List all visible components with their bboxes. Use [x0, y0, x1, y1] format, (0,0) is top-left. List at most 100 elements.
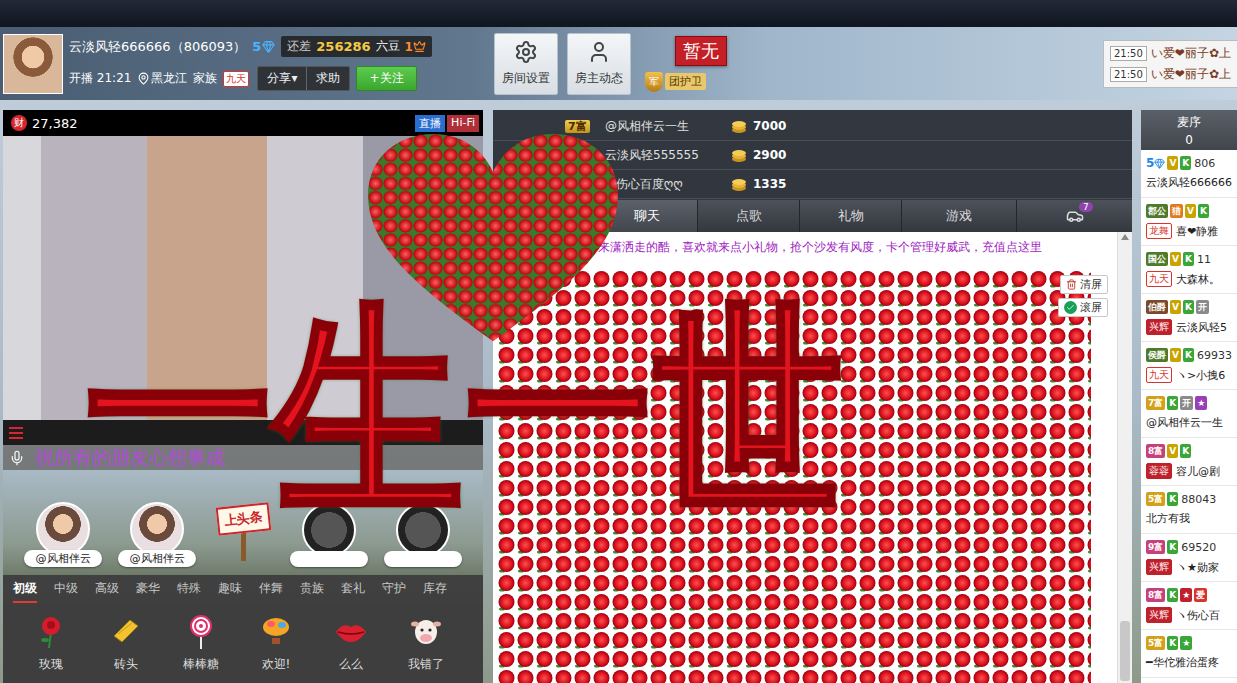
notification-time: 21:50: [1110, 67, 1147, 82]
stream-badge: 直播: [415, 115, 445, 132]
family-tag: 龙舞: [1146, 223, 1172, 239]
user-row[interactable]: 7富K开★@风相伴云一生: [1141, 390, 1237, 438]
slot-label: [290, 551, 368, 567]
user-badge: K: [1167, 396, 1178, 410]
gift-tab[interactable]: 中级: [54, 576, 78, 603]
chat-tab[interactable]: 聊天: [595, 200, 697, 232]
gift-tab[interactable]: 初级: [13, 576, 37, 603]
slot-avatar: [36, 502, 90, 556]
slot-label: @风相伴云: [118, 550, 196, 567]
room-buttons: 房间设置房主动态: [494, 33, 631, 95]
user-badge: 8富: [1146, 588, 1165, 602]
guard-row: 军团护卫: [645, 72, 706, 92]
slot-label: @风相伴云: [24, 550, 102, 567]
chat-tool-button[interactable]: 清屏: [1060, 275, 1108, 294]
user-row[interactable]: 5富K88043北方有我: [1141, 486, 1237, 534]
chat-panel: 7富@风相伴云一生7000云淡风轻5555552900♥伤心百度ღღ1335聊天…: [493, 110, 1132, 683]
gift-tab[interactable]: 守护: [382, 576, 406, 603]
family-tag: 兴辉: [1146, 319, 1172, 335]
gift-icon: [408, 614, 444, 650]
info-text: 开播 21:21: [69, 70, 131, 87]
gift-tab[interactable]: 套礼: [341, 576, 365, 603]
gift-item[interactable]: 棒棒糖: [171, 614, 231, 673]
video-frame: [3, 136, 483, 420]
headline-sign[interactable]: 上头条: [211, 505, 275, 561]
user-line: 5VK806: [1146, 156, 1237, 170]
user-badge: K: [1167, 588, 1178, 602]
coin-icon: [731, 119, 747, 133]
gift-tab[interactable]: 趣味: [218, 576, 242, 603]
notification-text: い爱❤丽子✿上: [1151, 66, 1231, 83]
chat-tab[interactable]: 游戏: [901, 200, 1016, 232]
user-row[interactable]: 郡公猎VK 龙舞喜❤静雅: [1141, 198, 1237, 246]
microphone-icon[interactable]: [9, 450, 25, 466]
scroll-thumb[interactable]: [1120, 621, 1130, 681]
share-button[interactable]: 分享▾: [258, 67, 306, 90]
user-name: @风相伴云一生: [1146, 415, 1223, 430]
diamond-badge: 5: [1146, 156, 1165, 170]
user-row[interactable]: 5富K★━华佗雅治蛋疼: [1141, 630, 1237, 678]
family-tag: 九天: [223, 71, 249, 87]
gift-item[interactable]: 我错了: [396, 614, 456, 673]
gift-tab[interactable]: 豪华: [136, 576, 160, 603]
headline-slot[interactable]: [383, 503, 463, 567]
host-info-row: 开播 21:21黑龙江家族九天分享▾求助+关注: [69, 66, 489, 91]
help-button[interactable]: 求助: [306, 67, 349, 90]
gift-icon: [183, 614, 219, 650]
user-row[interactable]: 国公VK11九天大森林。: [1141, 246, 1237, 294]
rose-heart: [368, 134, 618, 346]
gift-tab[interactable]: 特殊: [177, 576, 201, 603]
room-button[interactable]: 房主动态: [567, 33, 631, 95]
user-name: ━华佗雅治蛋疼: [1146, 655, 1219, 670]
room-button[interactable]: 房间设置: [494, 33, 558, 95]
rank-row: ♥伤心百度ღღ1335: [493, 170, 1132, 199]
user-row[interactable]: 5VK806云淡风轻666666: [1141, 150, 1237, 198]
host-info-row: 云淡风轻666666（806093）5还差256286六豆1: [69, 36, 489, 57]
gift-icon: [33, 614, 69, 650]
user-line: ━华佗雅治蛋疼: [1146, 655, 1237, 670]
gift-item[interactable]: 砖头: [96, 614, 156, 673]
scroll-track: [1118, 242, 1132, 683]
chat-tab[interactable]: 点歌: [697, 200, 799, 232]
chat-content: 来潇洒走的酷，喜欢就来点小礼物，抢个沙发有风度，卡个管理好威武，充值点这里: [493, 232, 1117, 683]
headline-slot[interactable]: @风相伴云: [117, 502, 197, 567]
user-line: 龙舞喜❤静雅: [1146, 223, 1237, 239]
user-row[interactable]: 8富VK蓉蓉容儿@剧: [1141, 438, 1237, 486]
user-line: 九天大森林。: [1146, 271, 1237, 287]
user-badge: 8富: [1146, 444, 1165, 458]
user-line: 郡公猎VK: [1146, 204, 1237, 218]
gift-item[interactable]: 玫瑰: [21, 614, 81, 673]
headline-slot[interactable]: [289, 503, 369, 567]
chat-tab[interactable]: 礼物: [799, 200, 901, 232]
car-count: 7: [1079, 202, 1093, 212]
host-info: 云淡风轻666666（806093）5还差256286六豆1开播 21:21黑龙…: [69, 36, 489, 91]
user-badge: K: [1198, 204, 1209, 218]
user-badge: K: [1183, 348, 1194, 362]
user-row[interactable]: 侯爵VK69933九天ヽ>小拽6: [1141, 342, 1237, 390]
user-row[interactable]: 9富K69520兴辉ヽ★勋家: [1141, 534, 1237, 582]
user-line: 兴辉ヽ伤心百: [1146, 607, 1237, 623]
user-line: @风相伴云一生: [1146, 415, 1237, 430]
chat-scrollbar[interactable]: [1117, 232, 1132, 683]
live-room-page: 云淡风轻666666（806093）5还差256286六豆1开播 21:21黑龙…: [0, 0, 1237, 683]
chat-tool-button[interactable]: 滚屏: [1058, 298, 1108, 317]
rank-amount: 7000: [753, 119, 786, 133]
user-badge: 9富: [1146, 540, 1165, 554]
follow-button[interactable]: +关注: [356, 66, 416, 91]
video-panel: 财27,382直播Hi-Fi祝所有的朋友心想事成@风相伴云@风相伴云上头条初级中…: [3, 110, 483, 683]
gift-tab[interactable]: 贵族: [300, 576, 324, 603]
gift-item[interactable]: 么么: [321, 614, 381, 673]
headline-slot[interactable]: @风相伴云: [23, 502, 103, 567]
gift-item[interactable]: 欢迎!: [246, 614, 306, 673]
gift-tab[interactable]: 库存: [423, 576, 447, 603]
host-name: 云淡风轻666666（806093）: [69, 38, 246, 56]
user-row[interactable]: 8富K★爱兴辉ヽ伤心百: [1141, 582, 1237, 630]
gift-tab[interactable]: 高级: [95, 576, 119, 603]
user-row[interactable]: 伯爵VK开兴辉云淡风轻5: [1141, 294, 1237, 342]
user-badge: 5富: [1146, 492, 1165, 506]
gap-unit: 六豆: [376, 38, 400, 55]
control-strip: [3, 420, 483, 445]
chat-tab[interactable]: 7: [1016, 200, 1132, 232]
user-badge: K: [1183, 252, 1194, 266]
gift-tab[interactable]: 伴舞: [259, 576, 283, 603]
